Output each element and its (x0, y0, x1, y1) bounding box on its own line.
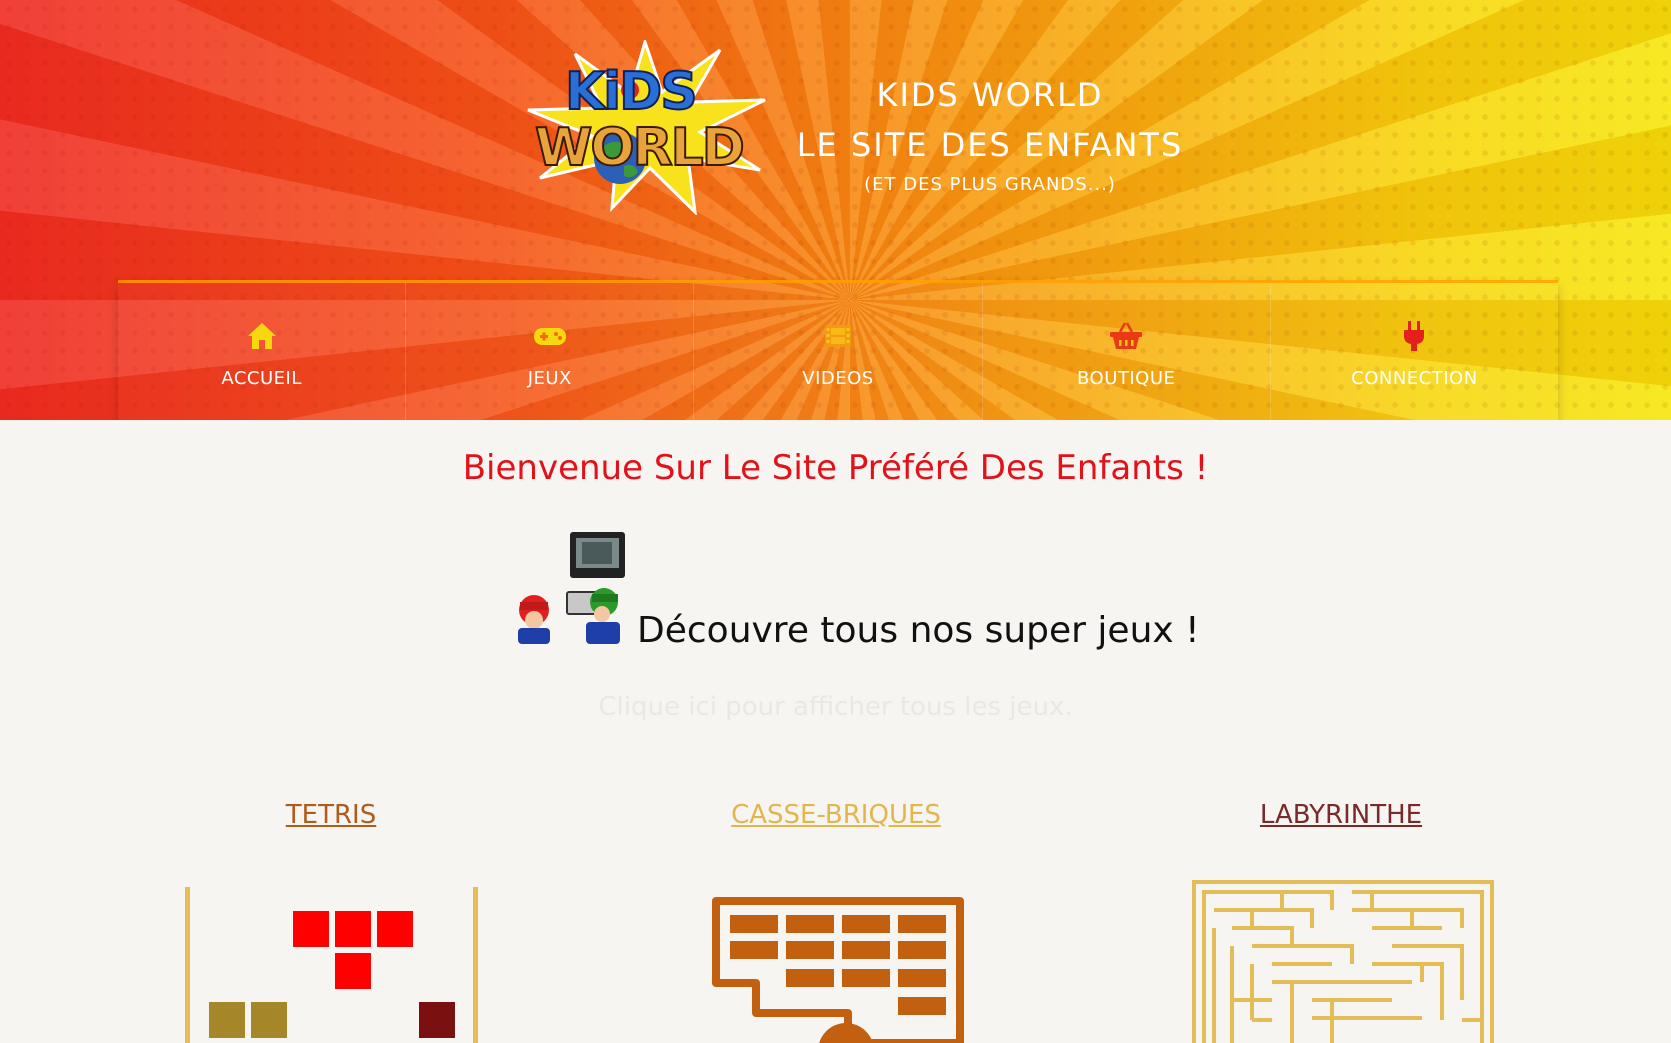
home-icon (247, 322, 276, 349)
kids-world-logo[interactable]: KiDS WORLD (520, 36, 770, 217)
site-title: KIDS WORLD LE SITE DES ENFANTS (ET DES P… (780, 70, 1200, 200)
nav-label-videos: VIDEOS (802, 367, 874, 389)
nav-item-boutique[interactable]: BOUTIQUE (983, 283, 1271, 420)
nav-label-boutique: BOUTIQUE (1077, 367, 1176, 389)
nav-item-videos[interactable]: VIDEOS (694, 283, 983, 420)
nav-item-jeux[interactable]: JEUX (406, 283, 695, 420)
nav-label-accueil: ACCUEIL (221, 367, 302, 389)
gamepad-icon (533, 327, 566, 345)
main-nav: ACCUEIL JEUX VIDEOS BOUTIQUE CONNECTION (118, 280, 1558, 420)
promo-text: Découvre tous nos super jeux ! (637, 610, 1200, 651)
game-title-casse-briques[interactable]: CASSE-BRIQUES (636, 800, 1036, 830)
logo-world-text: WORLD (534, 117, 746, 179)
film-icon (825, 324, 851, 347)
nav-item-accueil[interactable]: ACCUEIL (118, 283, 407, 420)
show-all-games-link[interactable]: Clique ici pour afficher tous les jeux. (0, 692, 1671, 722)
plug-icon (1404, 320, 1425, 351)
game-title-labyrinthe[interactable]: LABYRINTHE (1141, 800, 1541, 830)
labyrinthe-image[interactable] (1192, 880, 1494, 1043)
mario-luigi-console-image (518, 532, 625, 644)
games-promo[interactable]: Découvre tous nos super jeux ! (512, 530, 1200, 660)
site-subtitle: (ET DES PLUS GRANDS...) (864, 174, 1116, 195)
game-title-tetris[interactable]: TETRIS (131, 800, 531, 830)
logo-kids-text: KiDS (564, 61, 699, 123)
nav-item-connection[interactable]: CONNECTION (1271, 283, 1558, 420)
site-title-line2: LE SITE DES ENFANTS (796, 126, 1184, 164)
casse-briques-image[interactable] (708, 893, 968, 1043)
welcome-heading: Bienvenue Sur Le Site Préféré Des Enfant… (462, 448, 1209, 488)
nav-label-connection: CONNECTION (1351, 367, 1478, 389)
nav-label-jeux: JEUX (527, 367, 572, 389)
site-header: KiDS WORLD KIDS WORLD LE SITE DES ENFANT… (0, 0, 1671, 420)
basket-icon (1110, 321, 1143, 349)
site-title-line1: KIDS WORLD (876, 76, 1104, 114)
tetris-image[interactable] (183, 885, 483, 1043)
